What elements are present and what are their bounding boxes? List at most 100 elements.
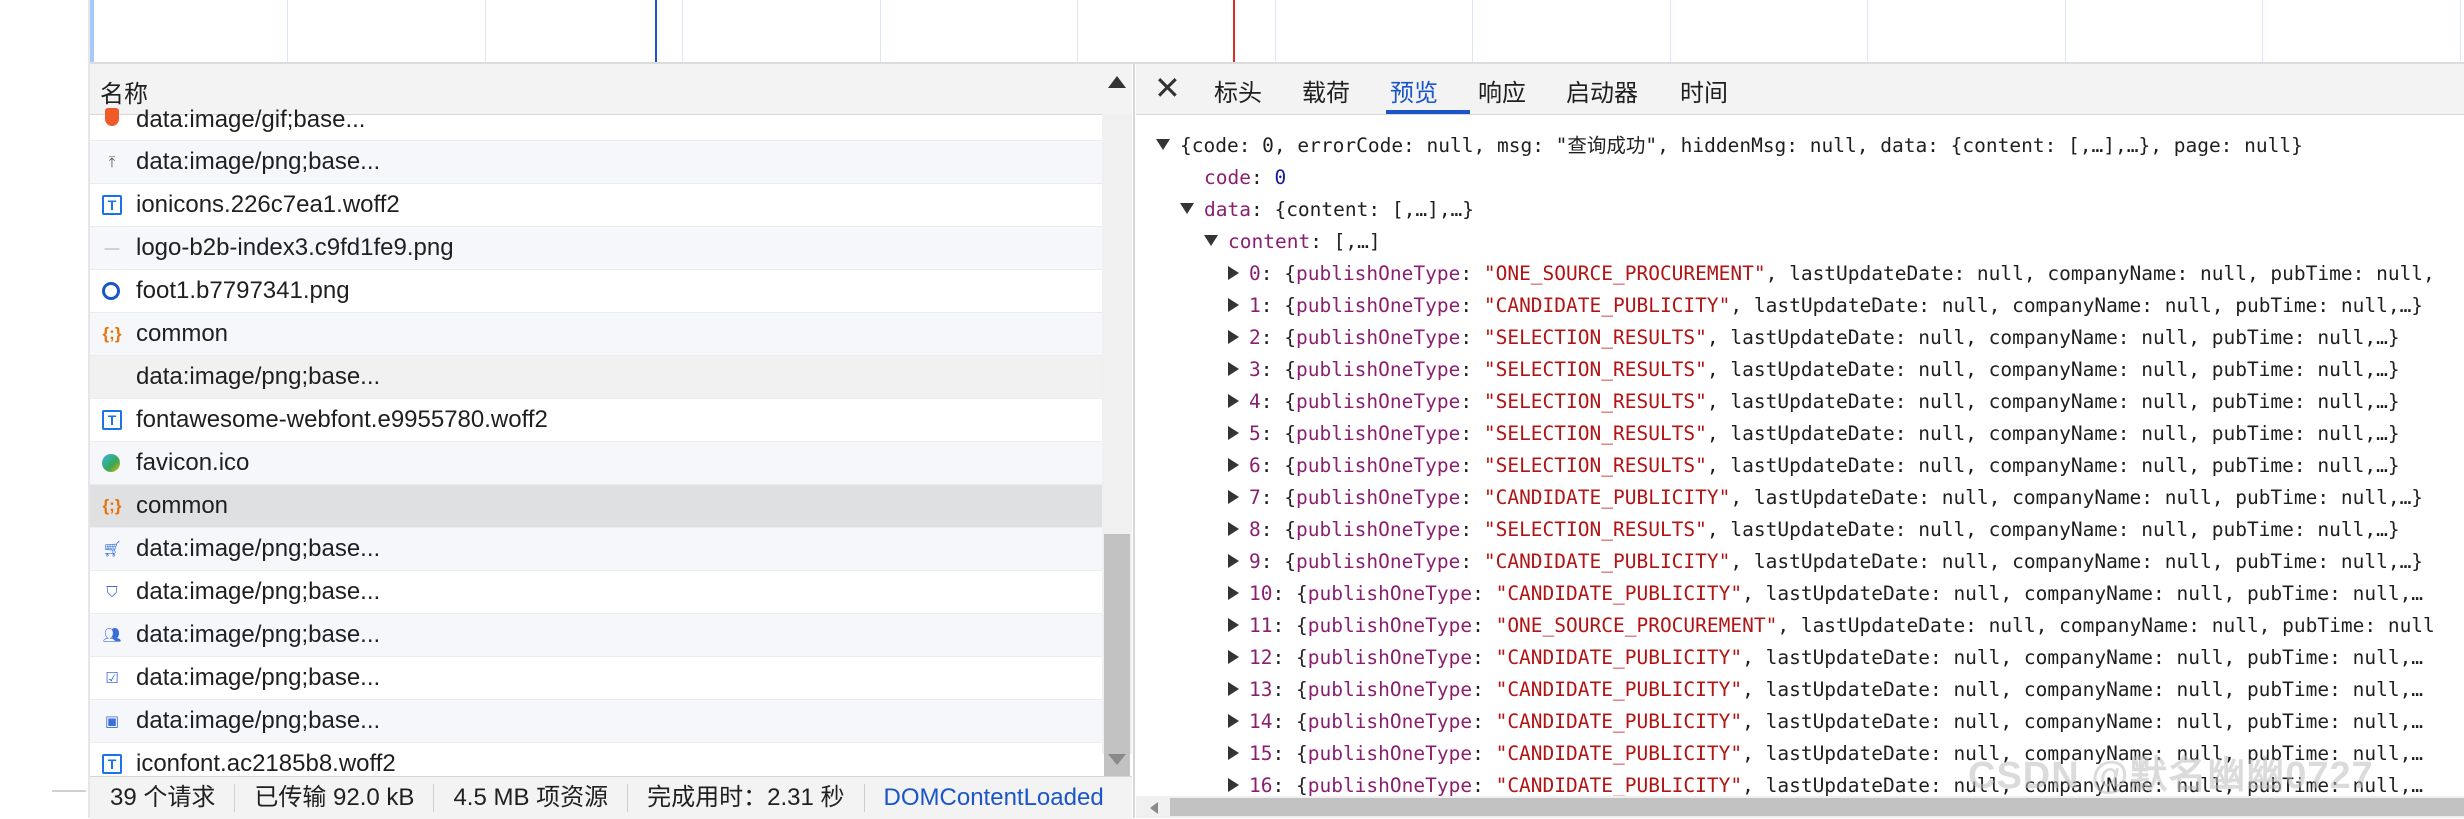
request-name: foot1.b7797341.png [136, 277, 350, 304]
script-braces-icon: {;} [102, 324, 122, 343]
request-row[interactable]: data:image/png;base... [90, 356, 1102, 399]
request-row[interactable]: foot1.b7797341.png [90, 270, 1102, 313]
tab-preview[interactable]: 预览 [1390, 73, 1438, 108]
checkbox-icon: ☑ [105, 670, 119, 687]
line-image-icon: — [104, 239, 120, 257]
json-string: "SELECTION_RESULTS" [1483, 454, 1707, 477]
expanded-triangle-icon[interactable] [1156, 139, 1170, 150]
dom-content-loaded-link[interactable]: DOMContentLoaded [865, 784, 1104, 812]
request-count: 39 个请求 [90, 784, 236, 812]
request-row[interactable]: ☑ data:image/png;base... [90, 657, 1102, 700]
json-content-item[interactable]: 13: {publishOneType: "CANDIDATE_PUBLICIT… [1228, 674, 2423, 706]
tab-payload[interactable]: 载荷 [1302, 73, 1350, 108]
json-content-item[interactable]: 0: {publishOneType: "ONE_SOURCE_PROCUREM… [1228, 258, 2435, 290]
request-row[interactable]: ⤒ data:image/png;base... [90, 141, 1102, 184]
request-row[interactable]: — logo-b2b-index3.c9fd1fe9.png [90, 227, 1102, 270]
collapsed-triangle-icon[interactable] [1228, 713, 1239, 728]
json-content-item[interactable]: 3: {publishOneType: "SELECTION_RESULTS",… [1228, 354, 2400, 386]
json-root-node[interactable]: {code: 0, errorCode: null, msg: "查询成功", … [1156, 130, 2303, 162]
json-content-item[interactable]: 12: {publishOneType: "CANDIDATE_PUBLICIT… [1228, 642, 2423, 674]
request-row[interactable]: T fontawesome-webfont.e9955780.woff2 [90, 399, 1102, 442]
scroll-left-arrow-icon[interactable] [1150, 802, 1158, 814]
preview-horizontal-scrollbar[interactable] [1136, 796, 2464, 818]
network-overview-timeline[interactable] [90, 0, 2464, 64]
json-content-item[interactable]: 9: {publishOneType: "CANDIDATE_PUBLICITY… [1228, 546, 2423, 578]
collapsed-triangle-icon[interactable] [1228, 649, 1239, 664]
json-string: "SELECTION_RESULTS" [1483, 422, 1707, 445]
collapsed-triangle-icon[interactable] [1228, 265, 1239, 280]
timeline-grid-line [2065, 0, 2066, 62]
request-row[interactable]: 👥︎ data:image/png;base... [90, 614, 1102, 657]
request-row[interactable]: favicon.ico [90, 442, 1102, 485]
request-row[interactable]: data:image/gif;base... [90, 106, 1102, 141]
json-item-index: 5 [1249, 422, 1261, 445]
json-content-item[interactable]: 5: {publishOneType: "SELECTION_RESULTS",… [1228, 418, 2400, 450]
json-content-item[interactable]: 7: {publishOneType: "CANDIDATE_PUBLICITY… [1228, 482, 2423, 514]
json-string: "CANDIDATE_PUBLICITY" [1495, 678, 1743, 701]
expanded-triangle-icon[interactable] [1180, 203, 1194, 214]
json-string: "CANDIDATE_PUBLICITY" [1495, 646, 1743, 669]
request-row[interactable]: ▣ data:image/png;base... [90, 700, 1102, 743]
collapsed-triangle-icon[interactable] [1228, 329, 1239, 344]
left-gutter [0, 0, 90, 818]
timeline-grid-line [1275, 0, 1276, 62]
collapsed-triangle-icon[interactable] [1228, 777, 1239, 792]
timeline-grid-line [1867, 0, 1868, 62]
collapsed-triangle-icon[interactable] [1228, 489, 1239, 504]
collapsed-triangle-icon[interactable] [1228, 393, 1239, 408]
json-content-item[interactable]: 1: {publishOneType: "CANDIDATE_PUBLICITY… [1228, 290, 2423, 322]
tab-headers[interactable]: 标头 [1214, 73, 1262, 108]
json-item-index: 13 [1249, 678, 1273, 701]
horizontal-scrollbar-thumb[interactable] [1170, 798, 2464, 816]
request-name: common [136, 320, 229, 347]
json-string: "CANDIDATE_PUBLICITY" [1495, 710, 1743, 733]
json-content-item[interactable]: 8: {publishOneType: "SELECTION_RESULTS",… [1228, 514, 2400, 546]
collapsed-triangle-icon[interactable] [1228, 457, 1239, 472]
json-content-item[interactable]: 14: {publishOneType: "CANDIDATE_PUBLICIT… [1228, 706, 2423, 738]
collapsed-triangle-icon[interactable] [1228, 297, 1239, 312]
json-content-item[interactable]: 11: {publishOneType: "ONE_SOURCE_PROCURE… [1228, 610, 2435, 642]
request-name: fontawesome-webfont.e9955780.woff2 [136, 406, 548, 433]
json-key: publishOneType [1295, 550, 1461, 573]
json-item-rest: , lastUpdateDate: null, companyName: nul… [1777, 614, 2435, 637]
tab-initiator[interactable]: 启动器 [1566, 73, 1638, 108]
collapsed-triangle-icon[interactable] [1228, 745, 1239, 760]
json-number: 0 [1274, 166, 1287, 189]
sort-ascending-icon[interactable] [1108, 76, 1126, 88]
collapsed-triangle-icon[interactable] [1228, 425, 1239, 440]
json-item-index: 8 [1249, 518, 1261, 541]
favicon-icon [102, 454, 120, 472]
request-row[interactable]: T iconfont.ac2185b8.woff2 [90, 743, 1102, 776]
collapsed-triangle-icon[interactable] [1228, 553, 1239, 568]
json-content-item[interactable]: 4: {publishOneType: "SELECTION_RESULTS",… [1228, 386, 2400, 418]
json-item-index: 11 [1249, 614, 1273, 637]
collapsed-triangle-icon[interactable] [1228, 585, 1239, 600]
scroll-down-arrow-icon[interactable] [1108, 754, 1126, 765]
name-column-header[interactable]: 名称 [100, 74, 148, 109]
request-row[interactable]: {;} common [90, 313, 1102, 356]
request-row[interactable]: 🛒︎ data:image/png;base... [90, 528, 1102, 571]
json-content-item[interactable]: 2: {publishOneType: "SELECTION_RESULTS",… [1228, 322, 2400, 354]
request-row[interactable]: ⛉ data:image/png;base... [90, 571, 1102, 614]
json-content-item[interactable]: 10: {publishOneType: "CANDIDATE_PUBLICIT… [1228, 578, 2423, 610]
collapsed-triangle-icon[interactable] [1228, 681, 1239, 696]
expanded-triangle-icon[interactable] [1204, 235, 1218, 246]
close-icon[interactable]: ✕ [1154, 71, 1181, 105]
timeline-grid-line [1077, 0, 1078, 62]
pane-splitter[interactable] [1133, 64, 1135, 818]
request-name: data:image/png;base... [136, 363, 381, 390]
request-row[interactable]: T ionicons.226c7ea1.woff2 [90, 184, 1102, 227]
json-key: publishOneType [1295, 518, 1461, 541]
list-scrollbar-thumb[interactable] [1104, 534, 1130, 776]
collapsed-triangle-icon[interactable] [1228, 521, 1239, 536]
json-content-node[interactable]: content: [,…] [1204, 226, 1381, 258]
tab-timing[interactable]: 时间 [1680, 73, 1728, 108]
collapsed-triangle-icon[interactable] [1228, 617, 1239, 632]
collapsed-triangle-icon[interactable] [1228, 361, 1239, 376]
json-content-item[interactable]: 6: {publishOneType: "SELECTION_RESULTS",… [1228, 450, 2400, 482]
tab-response[interactable]: 响应 [1478, 73, 1526, 108]
json-item-rest: , lastUpdateDate: null, companyName: nul… [1730, 294, 2424, 317]
json-string: "SELECTION_RESULTS" [1483, 326, 1707, 349]
json-data-node[interactable]: data: {content: [,…],…} [1180, 194, 1474, 226]
request-row-selected[interactable]: {;} common [90, 485, 1102, 528]
